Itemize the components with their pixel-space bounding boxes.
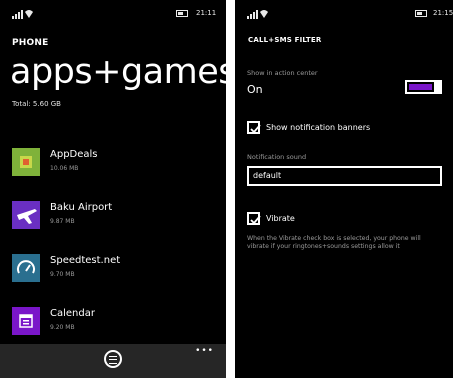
notification-banners-label: Show notification banners [266, 123, 371, 132]
calendar-icon [12, 307, 40, 335]
app-size: 9.70 MB [50, 271, 75, 278]
page-header: CALL+SMS FILTER [248, 36, 322, 44]
call-sms-filter-screen: 21:15 CALL+SMS FILTER Show in action cen… [235, 0, 453, 378]
app-name: Calendar [50, 308, 95, 319]
appdeals-icon [12, 148, 40, 176]
toggle-knob [434, 80, 440, 94]
more-button[interactable]: ••• [195, 346, 214, 356]
wifi-icon [25, 10, 33, 18]
signal-icon [247, 10, 258, 19]
app-name: AppDeals [50, 149, 98, 160]
app-list-item[interactable]: Calendar 9.20 MB [12, 307, 212, 337]
page-title: apps+games [10, 52, 226, 92]
app-bar: ••• [0, 344, 226, 378]
app-size: 9.87 MB [50, 218, 75, 225]
action-center-toggle[interactable] [405, 80, 442, 94]
checkmark-icon [250, 124, 261, 134]
action-center-label: Show in action center [247, 69, 318, 77]
page-header: PHONE [12, 38, 49, 48]
app-list-item[interactable]: AppDeals 10.06 MB [12, 148, 212, 178]
app-list-item[interactable]: Baku Airport 9.87 MB [12, 201, 212, 231]
status-bar: 21:15 [235, 8, 453, 20]
app-name: Baku Airport [50, 202, 113, 213]
wifi-icon [260, 10, 268, 18]
storage-apps-screen: 21:11 PHONE apps+games Total: 5.60 GB Ap… [0, 0, 226, 378]
signal-icon [12, 10, 23, 19]
notification-banners-checkbox[interactable] [247, 121, 261, 134]
notification-sound-label: Notification sound [247, 153, 307, 161]
battery-icon [176, 10, 188, 17]
vibrate-description: When the Vibrate check box is selected, … [247, 235, 421, 250]
status-time: 21:15 [433, 9, 453, 17]
toggle-fill [409, 84, 432, 90]
speedometer-icon [12, 254, 40, 282]
battery-icon [415, 10, 427, 17]
notification-sound-field[interactable]: default [247, 166, 442, 186]
status-time: 21:11 [196, 9, 217, 17]
app-size: 9.20 MB [50, 324, 75, 331]
airplane-icon [12, 201, 40, 229]
checkmark-icon [250, 215, 261, 225]
app-name: Speedtest.net [50, 255, 121, 266]
status-bar: 21:11 [0, 8, 226, 20]
notification-sound-value: default [253, 171, 282, 180]
vibrate-label: Vibrate [266, 214, 295, 223]
list-icon[interactable] [104, 350, 122, 368]
vibrate-checkbox[interactable] [247, 212, 261, 225]
app-size: 10.06 MB [50, 165, 79, 172]
action-center-value: On [247, 83, 263, 96]
storage-total: Total: 5.60 GB [12, 100, 61, 108]
app-list-item[interactable]: Speedtest.net 9.70 MB [12, 254, 212, 284]
